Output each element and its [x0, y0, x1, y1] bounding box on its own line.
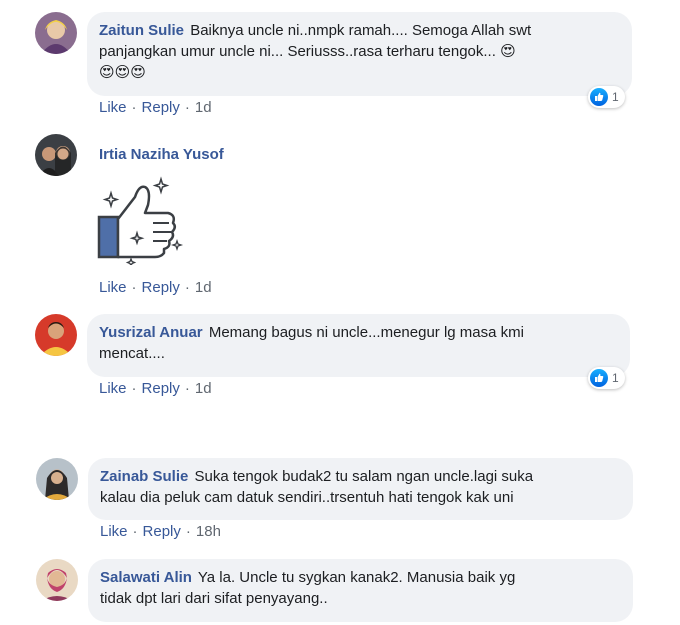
comment-author[interactable]: Irtia Naziha Yusof	[99, 146, 224, 163]
avatar[interactable]	[36, 458, 78, 500]
comment-actions: Like · Reply · 1d	[99, 380, 212, 397]
comment-text: Memang bagus ni uncle...menegur lg masa …	[208, 324, 524, 341]
comment-text: Suka tengok budak2 tu salam ngan uncle.l…	[194, 468, 534, 485]
like-link[interactable]: Like	[99, 380, 127, 397]
emoji-row: 😍😍😍	[99, 63, 146, 81]
reaction-summary[interactable]: 1	[588, 86, 625, 108]
timestamp[interactable]: 18h	[196, 523, 221, 540]
reply-link[interactable]: Reply	[142, 380, 180, 397]
comment-text: Baiknya uncle ni..nmpk ramah.... Semoga …	[190, 22, 532, 39]
like-link[interactable]: Like	[99, 99, 127, 116]
reaction-summary[interactable]: 1	[588, 367, 625, 389]
comment-actions: Like · Reply · 1d	[99, 279, 212, 296]
reply-link[interactable]: Reply	[143, 523, 181, 540]
emoji: 😍	[500, 42, 516, 60]
comment-actions: Like · Reply · 1d	[99, 99, 212, 116]
comment-bubble: Salawati Alin Ya la. Uncle tu sygkan kan…	[88, 559, 633, 622]
comment-author[interactable]: Zainab Sulie	[100, 468, 188, 485]
comment-text: kalau dia peluk cam datuk sendiri..trsen…	[100, 489, 514, 506]
avatar[interactable]	[35, 314, 77, 356]
comment-author[interactable]: Zaitun Sulie	[99, 22, 184, 39]
comment-bubble: Zaitun Sulie Baiknya uncle ni..nmpk rama…	[87, 12, 632, 96]
comment-author[interactable]: Salawati Alin	[100, 569, 192, 586]
thumbs-up-sparkle-sticker	[95, 175, 185, 268]
comment-text: tidak dpt lari dari sifat penyayang..	[100, 590, 328, 607]
reply-link[interactable]: Reply	[142, 279, 180, 296]
avatar[interactable]	[35, 134, 77, 176]
reaction-count: 1	[612, 371, 619, 385]
reply-link[interactable]: Reply	[142, 99, 180, 116]
avatar[interactable]	[35, 12, 77, 54]
comment-bubble: Yusrizal Anuar Memang bagus ni uncle...m…	[87, 314, 630, 377]
like-reaction-icon	[590, 369, 608, 387]
comment-author[interactable]: Yusrizal Anuar	[99, 324, 203, 341]
like-link[interactable]: Like	[100, 523, 128, 540]
reaction-count: 1	[612, 90, 619, 104]
comment-text: mencat....	[99, 345, 165, 362]
timestamp[interactable]: 1d	[195, 99, 212, 116]
avatar[interactable]	[36, 559, 78, 601]
timestamp[interactable]: 1d	[195, 279, 212, 296]
timestamp[interactable]: 1d	[195, 380, 212, 397]
comment-text: Ya la. Uncle tu sygkan kanak2. Manusia b…	[197, 569, 516, 586]
comment-actions: Like · Reply · 18h	[100, 523, 221, 540]
comment-text: panjangkan umur uncle ni... Seriusss..ra…	[99, 43, 496, 60]
comment-bubble: Zainab Sulie Suka tengok budak2 tu salam…	[88, 458, 633, 520]
like-link[interactable]: Like	[99, 279, 127, 296]
like-reaction-icon	[590, 88, 608, 106]
